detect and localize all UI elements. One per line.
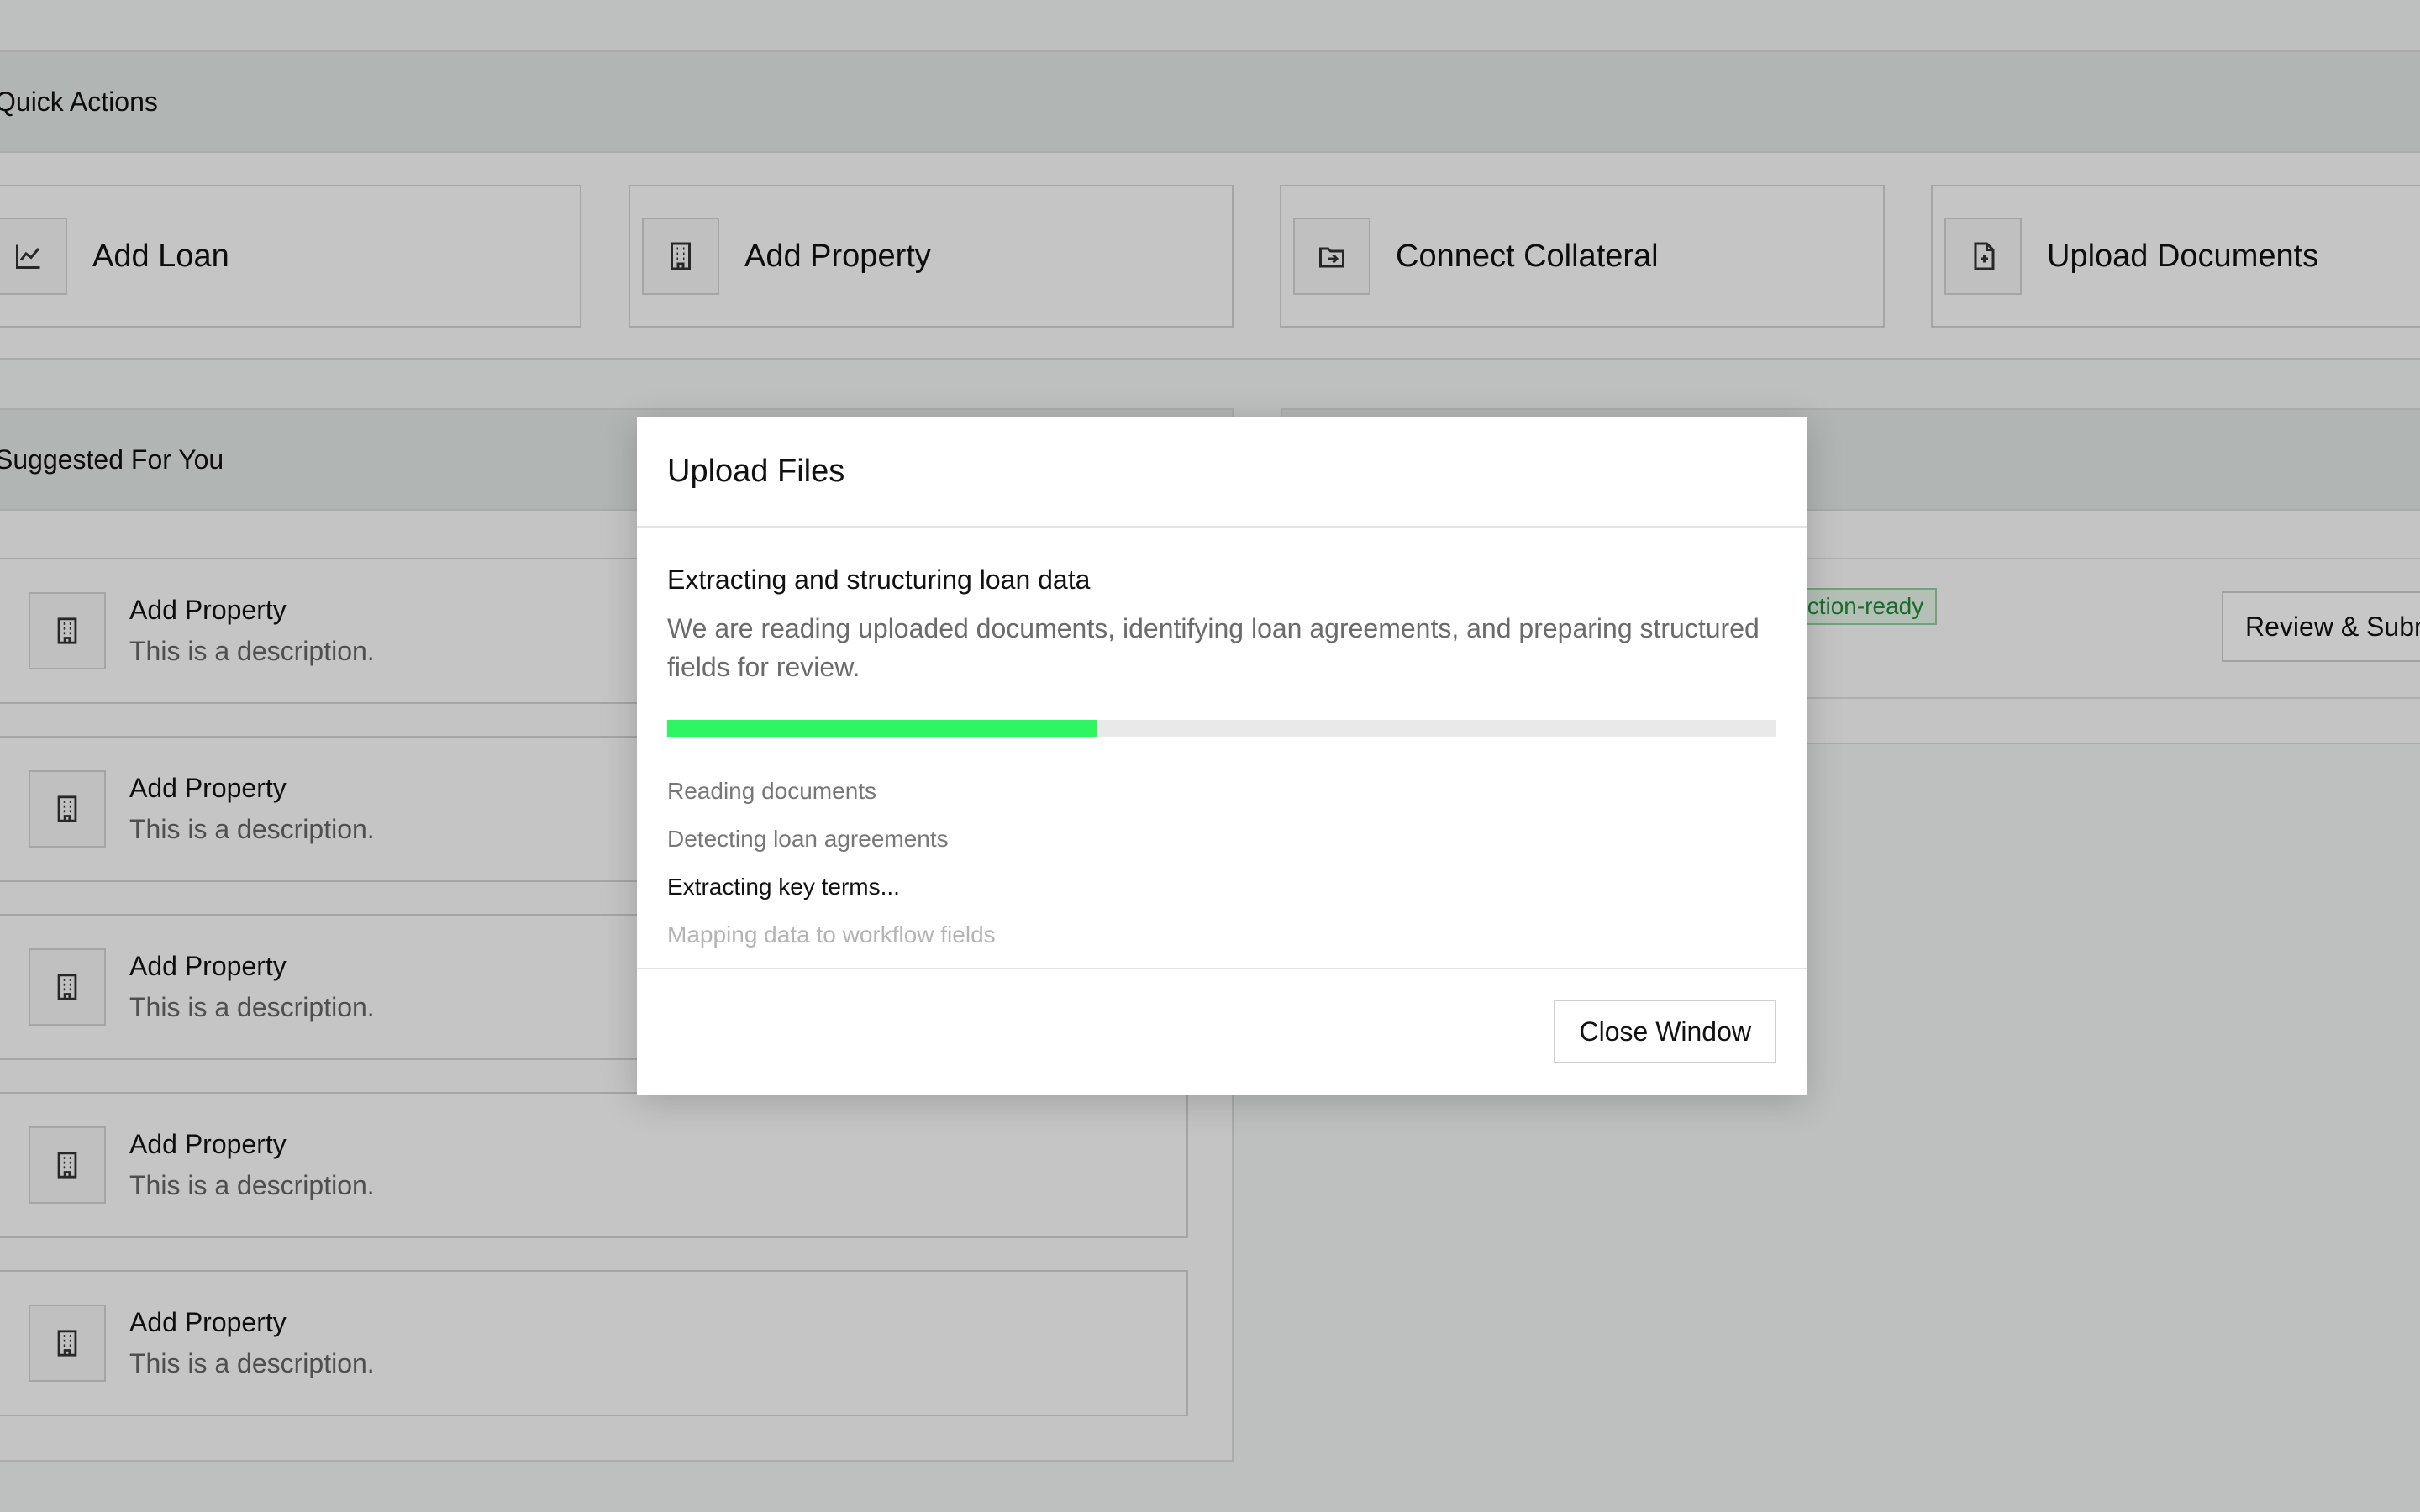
status-title: Extracting and structuring loan data bbox=[667, 564, 1091, 595]
status-description: We are reading uploaded documents, ident… bbox=[667, 613, 1760, 682]
step-item: Detecting loan agreements bbox=[667, 826, 949, 852]
progress-bar-fill bbox=[667, 720, 1097, 737]
progress-bar bbox=[667, 720, 1776, 737]
dashboard-page: Quick Actions Add Loan Add Property Conn… bbox=[0, 0, 2420, 1512]
modal-title: Upload Files bbox=[637, 417, 1807, 528]
close-window-button[interactable]: Close Window bbox=[1554, 1000, 1776, 1063]
step-item: Extracting key terms... bbox=[667, 874, 900, 900]
upload-files-modal: Upload Files Extracting and structuring … bbox=[637, 417, 1807, 1095]
step-list: Reading documents Detecting loan agreeme… bbox=[667, 767, 1776, 958]
modal-footer: Close Window bbox=[637, 968, 1807, 1095]
step-item: Mapping data to workflow fields bbox=[667, 921, 996, 948]
step-item: Reading documents bbox=[667, 778, 877, 804]
